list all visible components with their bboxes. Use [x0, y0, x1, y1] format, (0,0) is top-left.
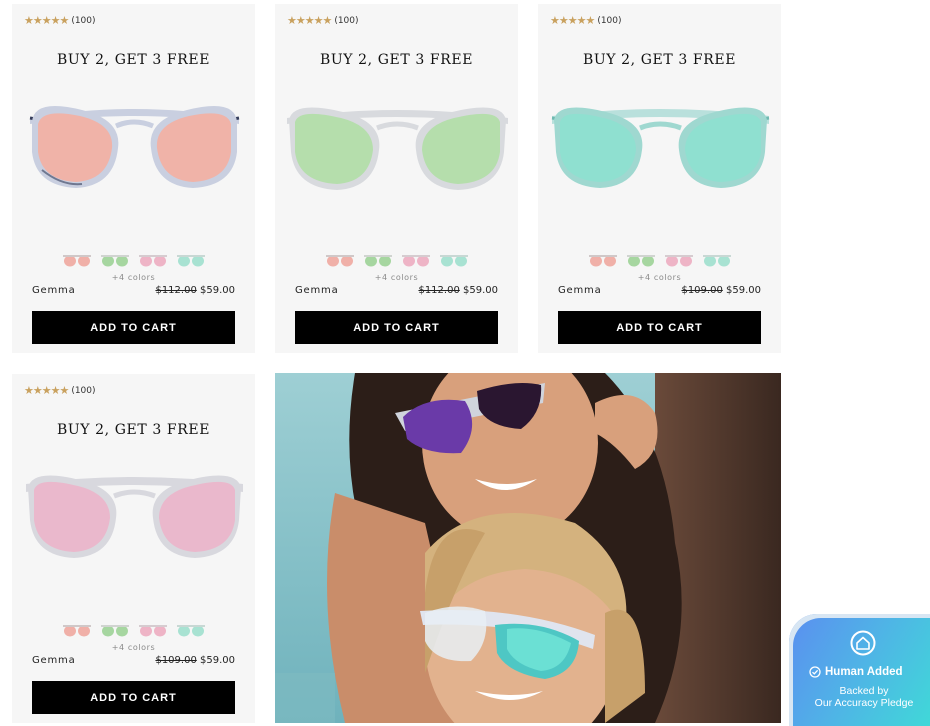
- product-image-sunglasses[interactable]: [22, 90, 247, 210]
- swatch-mint[interactable]: [439, 254, 468, 268]
- rating-count: (100): [71, 385, 96, 396]
- original-price: $112.00: [418, 285, 460, 296]
- color-swatches: [275, 254, 518, 268]
- sale-price: $59.00: [200, 655, 235, 666]
- badge-subtitle-line2: Our Accuracy Pledge: [814, 697, 914, 709]
- product-price: $112.00 $59.00: [418, 285, 498, 296]
- star-rating-icon: ★★★★★: [550, 14, 595, 27]
- swatch-pink[interactable]: [138, 624, 167, 638]
- swatch-green[interactable]: [100, 254, 129, 268]
- add-to-cart-button[interactable]: ADD TO CART: [32, 311, 235, 344]
- more-colors-label: +4 colors: [374, 273, 419, 282]
- product-card[interactable]: ★★★★★ (100) BUY 2, GET 3 FREE +4 colors …: [12, 4, 255, 353]
- more-colors-label: +4 colors: [637, 273, 682, 282]
- badge-subtitle: Backed by Our Accuracy Pledge: [789, 685, 930, 709]
- home-shield-icon: [850, 630, 876, 656]
- rating-count: (100): [597, 15, 622, 26]
- product-rating: ★★★★★ (100): [24, 384, 96, 397]
- sale-price: $59.00: [726, 285, 761, 296]
- swatch-mint[interactable]: [176, 254, 205, 268]
- swatch-pink[interactable]: [664, 254, 693, 268]
- add-to-cart-button[interactable]: ADD TO CART: [32, 681, 235, 714]
- color-swatches: [12, 624, 255, 638]
- original-price: $109.00: [155, 655, 197, 666]
- swatch-mint[interactable]: [702, 254, 731, 268]
- lifestyle-photo: [275, 373, 781, 723]
- product-rating: ★★★★★ (100): [550, 14, 622, 27]
- rating-count: (100): [71, 15, 96, 26]
- accuracy-pledge-badge[interactable]: Human Added Backed by Our Accuracy Pledg…: [789, 614, 930, 726]
- original-price: $109.00: [681, 285, 723, 296]
- swatch-pink[interactable]: [138, 254, 167, 268]
- add-to-cart-button[interactable]: ADD TO CART: [558, 311, 761, 344]
- swatch-rose[interactable]: [325, 254, 354, 268]
- badge-subtitle-line1: Backed by: [839, 685, 889, 697]
- star-rating-icon: ★★★★★: [287, 14, 332, 27]
- product-name[interactable]: Gemma: [295, 285, 339, 296]
- product-rating: ★★★★★ (100): [287, 14, 359, 27]
- swatch-rose[interactable]: [588, 254, 617, 268]
- swatch-rose[interactable]: [62, 624, 91, 638]
- add-to-cart-button[interactable]: ADD TO CART: [295, 311, 498, 344]
- rating-count: (100): [334, 15, 359, 26]
- product-image-sunglasses[interactable]: [548, 90, 773, 210]
- swatch-mint[interactable]: [176, 624, 205, 638]
- sale-price: $59.00: [463, 285, 498, 296]
- product-name[interactable]: Gemma: [558, 285, 602, 296]
- more-colors-label: +4 colors: [111, 273, 156, 282]
- product-price: $109.00 $59.00: [155, 655, 235, 666]
- promo-text: BUY 2, GET 3 FREE: [56, 52, 211, 68]
- swatch-green[interactable]: [363, 254, 392, 268]
- swatch-green[interactable]: [626, 254, 655, 268]
- product-image-sunglasses[interactable]: [22, 460, 247, 580]
- promo-text: BUY 2, GET 3 FREE: [319, 52, 474, 68]
- product-rating: ★★★★★ (100): [24, 14, 96, 27]
- color-swatches: [538, 254, 781, 268]
- sale-price: $59.00: [200, 285, 235, 296]
- original-price: $112.00: [155, 285, 197, 296]
- more-colors-label: +4 colors: [111, 643, 156, 652]
- star-rating-icon: ★★★★★: [24, 14, 69, 27]
- product-name[interactable]: Gemma: [32, 285, 76, 296]
- lifestyle-photo-image: [275, 373, 781, 723]
- swatch-rose[interactable]: [62, 254, 91, 268]
- product-price: $112.00 $59.00: [155, 285, 235, 296]
- promo-text: BUY 2, GET 3 FREE: [582, 52, 737, 68]
- promo-text: BUY 2, GET 3 FREE: [56, 422, 211, 438]
- product-name[interactable]: Gemma: [32, 655, 76, 666]
- product-card[interactable]: ★★★★★ (100) BUY 2, GET 3 FREE +4 colors …: [275, 4, 518, 353]
- badge-title-text: Human Added: [825, 666, 903, 678]
- color-swatches: [12, 254, 255, 268]
- badge-title: Human Added: [809, 666, 903, 678]
- check-circle-icon: [809, 666, 821, 678]
- product-image-sunglasses[interactable]: [285, 90, 510, 210]
- swatch-pink[interactable]: [401, 254, 430, 268]
- swatch-green[interactable]: [100, 624, 129, 638]
- product-card[interactable]: ★★★★★ (100) BUY 2, GET 3 FREE +4 colors …: [12, 374, 255, 723]
- product-price: $109.00 $59.00: [681, 285, 761, 296]
- star-rating-icon: ★★★★★: [24, 384, 69, 397]
- product-card[interactable]: ★★★★★ (100) BUY 2, GET 3 FREE +4 colors …: [538, 4, 781, 353]
